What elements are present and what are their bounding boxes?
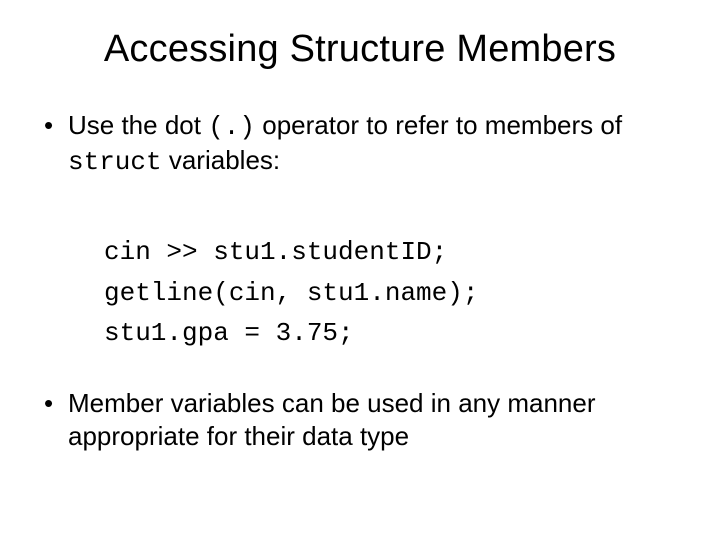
inline-code: (.) [208,112,255,142]
code-line: getline(cin, stu1.name); [104,278,478,308]
bullet-text: Use the dot [68,110,208,140]
bullet-list: Use the dot (.) operator to refer to mem… [40,109,680,178]
code-block: cin >> stu1.studentID; getline(cin, stu1… [104,192,680,353]
bullet-list: Member variables can be used in any mann… [40,387,680,452]
code-line: stu1.gpa = 3.75; [104,318,354,348]
code-line: cin >> stu1.studentID; [104,237,447,267]
bullet-text: operator to refer to members of [255,110,622,140]
inline-code: struct [68,147,162,177]
slide-title: Accessing Structure Members [40,28,680,71]
bullet-item: Use the dot (.) operator to refer to mem… [40,109,680,178]
bullet-text: Member variables can be used in any mann… [68,388,596,451]
bullet-item: Member variables can be used in any mann… [40,387,680,452]
bullet-text: variables: [162,145,281,175]
